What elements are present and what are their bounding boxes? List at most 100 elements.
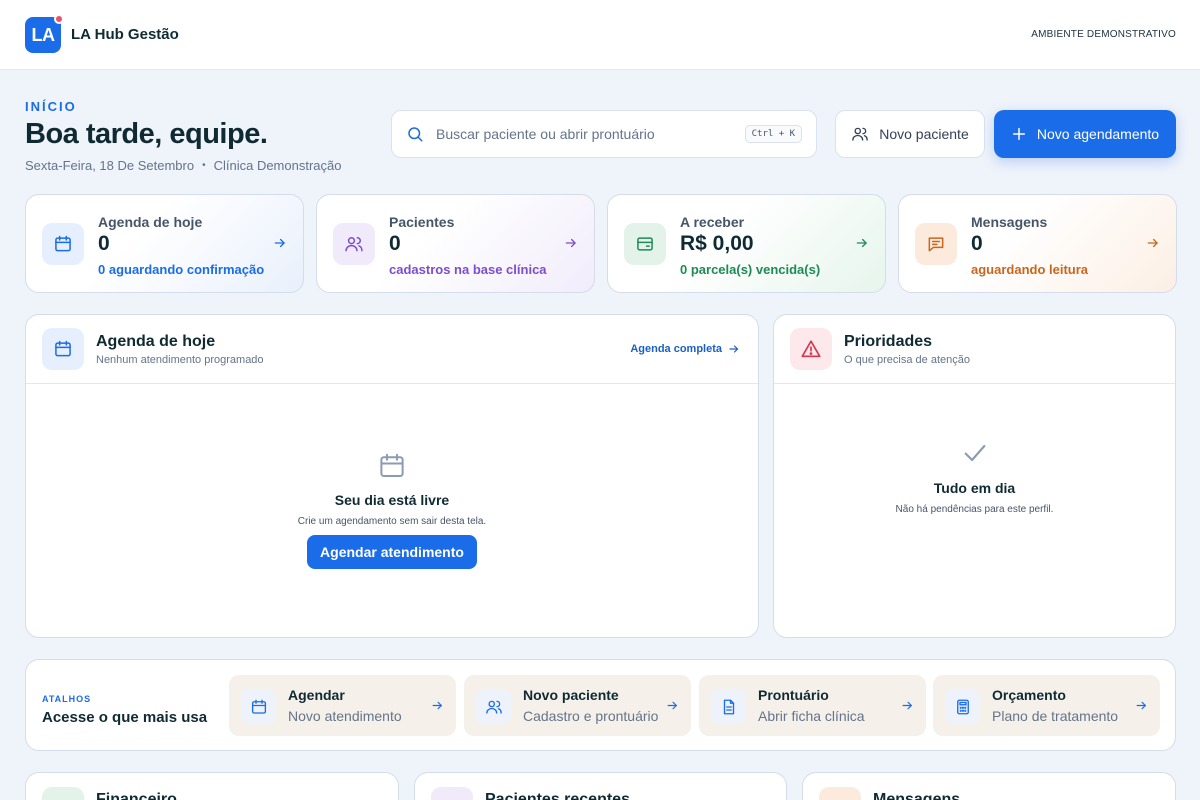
shortcut-title: Novo paciente [523,687,619,703]
search-icon [408,127,423,142]
shortcut-sub: Plano de tratamento [992,708,1119,724]
message-icon [819,787,861,800]
stat-card-receivables[interactable]: A receber R$ 0,00 0 parcela(s) vencida(s… [607,194,886,293]
clinic-name: Clínica Demonstração [213,158,342,173]
wallet-icon [624,223,666,265]
messages-card: Mensagens [802,772,1176,800]
users-icon [431,787,473,800]
stat-card-messages[interactable]: Mensagens 0 aguardando leitura [898,194,1177,293]
shortcut-budget[interactable]: Orçamento Plano de tratamento [933,675,1160,736]
top-bar: LA LA Hub Gestão AMBIENTE DEMONSTRATIVO [0,0,1200,70]
plus-icon [1012,127,1025,141]
users-icon [476,689,511,724]
alert-triangle-icon [790,328,832,370]
app-name[interactable]: LA Hub Gestão [71,26,179,43]
empty-title: Seu dia está livre [334,492,450,508]
page-title: Boa tarde, equipe. [25,118,268,150]
shortcuts-panel: ATALHOS Acesse o que mais usa Agendar No… [25,659,1176,751]
new-appointment-label: Novo agendamento [1036,126,1160,142]
full-agenda-label: Agenda completa [630,343,722,355]
shortcut-medical-record[interactable]: Prontuário Abrir ficha clínica [699,675,926,736]
finance-card: Financeiro [25,772,399,800]
shortcut-title: Agendar [288,687,345,703]
priorities-empty-state: Tudo em dia Não há pendências para este … [774,439,1175,515]
card-description: Nenhum atendimento programado [96,354,264,366]
stat-label: Mensagens [971,214,1048,230]
agenda-card: Agenda de hoje Nenhum atendimento progra… [25,314,759,638]
calendar-icon [241,689,276,724]
users-icon [852,127,869,141]
stat-sub: 0 aguardando confirmação [98,262,265,277]
arrow-right-icon [432,701,443,710]
agenda-card-header: Agenda de hoje Nenhum atendimento progra… [26,315,758,384]
shortcut-schedule[interactable]: Agendar Novo atendimento [229,675,456,736]
arrow-right-icon [729,345,739,353]
stat-value: 0 [389,232,401,255]
card-title: Financeiro [96,791,177,800]
keyboard-shortcut-hint: Ctrl + K [744,125,802,143]
environment-label: AMBIENTE DEMONSTRATIVO [1031,29,1176,40]
stat-label: Pacientes [389,214,455,230]
document-icon [711,689,746,724]
new-appointment-button[interactable]: Novo agendamento [994,110,1176,158]
stat-card-patients[interactable]: Pacientes 0 cadastros na base clínica [316,194,595,293]
empty-description: Crie um agendamento sem sair desta tela. [297,516,487,527]
card-title: Mensagens [873,791,961,800]
shortcut-title: Orçamento [992,687,1066,703]
agenda-empty-state: Seu dia está livre Crie um agendamento s… [26,451,758,569]
page-subtitle: Sexta-Feira, 18 De Setembro • Clínica De… [25,158,341,173]
stat-value: R$ 0,00 [680,232,754,255]
shortcut-sub: Novo atendimento [288,708,402,724]
arrow-right-icon [902,701,913,710]
stat-value: 0 [971,232,983,255]
priorities-card: Prioridades O que precisa de atenção Tud… [773,314,1176,638]
priorities-card-header: Prioridades O que precisa de atenção [774,315,1175,384]
shortcut-new-patient[interactable]: Novo paciente Cadastro e prontuário [464,675,691,736]
shortcut-sub: Abrir ficha clínica [758,708,865,724]
full-agenda-link[interactable]: Agenda completa [630,343,740,355]
calendar-icon [42,223,84,265]
card-description: O que precisa de atenção [844,354,970,366]
calendar-icon [42,328,84,370]
stat-label: Agenda de hoje [98,214,203,230]
stat-sub: cadastros na base clínica [389,262,547,277]
shortcuts-title: Acesse o que mais usa [42,709,208,726]
stat-sub: 0 parcela(s) vencida(s) [680,262,821,277]
users-icon [333,223,375,265]
schedule-appointment-button[interactable]: Agendar atendimento [307,535,477,569]
notification-dot [54,14,64,24]
calculator-icon [945,689,980,724]
empty-title: Tudo em dia [933,480,1016,496]
calendar-icon [380,453,404,477]
card-title: Prioridades [844,333,933,350]
separator-dot: • [202,160,206,171]
recent-patients-card: Pacientes recentes [414,772,787,800]
page-eyebrow: INÍCIO [25,99,77,114]
current-date: Sexta-Feira, 18 De Setembro [25,158,195,173]
shortcut-title: Prontuário [758,687,829,703]
stat-sub: aguardando leitura [971,262,1089,277]
card-title: Agenda de hoje [96,333,216,350]
arrow-right-icon [1136,701,1147,710]
wallet-icon [42,787,84,800]
arrow-right-icon [565,238,576,248]
stat-value: 0 [98,232,110,255]
message-icon [915,223,957,265]
app-logo[interactable]: LA [25,14,64,53]
empty-description: Não há pendências para este perfil. [895,504,1054,515]
shortcuts-eyebrow: ATALHOS [42,694,92,704]
arrow-right-icon [667,701,678,710]
new-patient-label: Novo paciente [879,126,969,142]
arrow-right-icon [1147,238,1158,248]
search-input[interactable] [436,126,745,142]
card-title: Pacientes recentes [485,791,630,800]
shortcut-sub: Cadastro e prontuário [523,708,659,724]
logo-text: LA [31,24,56,45]
arrow-right-icon [856,238,867,248]
arrow-right-icon [274,238,285,248]
search-box[interactable]: Ctrl + K [391,110,817,158]
stat-card-agenda[interactable]: Agenda de hoje 0 0 aguardando confirmaçã… [25,194,304,293]
stat-label: A receber [680,214,745,230]
check-icon [964,444,985,462]
new-patient-button[interactable]: Novo paciente [835,110,985,158]
